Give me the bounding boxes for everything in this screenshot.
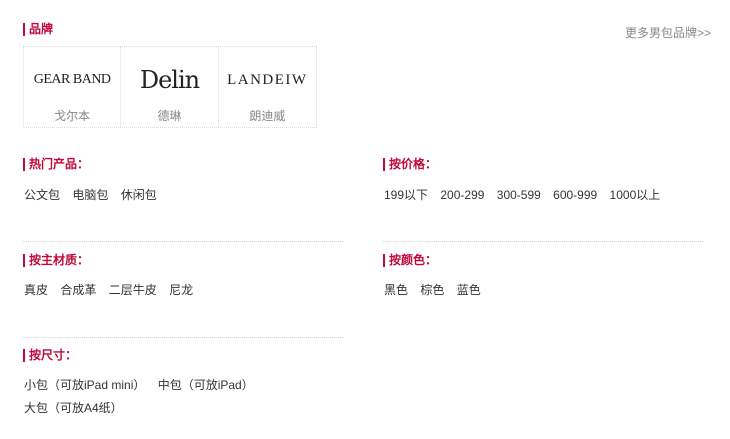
- size-filter-title: 按尺寸：: [23, 349, 77, 362]
- color-link[interactable]: 蓝色: [457, 283, 481, 297]
- material-link[interactable]: 真皮: [24, 283, 48, 297]
- brand-item-landeiw[interactable]: LANDEIW 朗迪威: [219, 47, 316, 127]
- price-filter-list: 199以下 200-299 300-599 600-999 1000以上: [384, 186, 669, 203]
- price-range-link[interactable]: 1000以上: [610, 188, 661, 202]
- price-range-link[interactable]: 199以下: [384, 188, 428, 202]
- brand-name: 德琳: [157, 109, 182, 123]
- size-link[interactable]: 中包（可放iPad）: [158, 378, 254, 392]
- material-filter-list: 真皮 合成革 二层牛皮 尼龙: [24, 281, 202, 298]
- size-filter-list: 小包（可放iPad mini） 中包（可放iPad）: [24, 376, 263, 393]
- hot-product-link[interactable]: 休闲包: [121, 188, 157, 202]
- price-range-link[interactable]: 200-299: [440, 188, 484, 202]
- size-link[interactable]: 小包（可放iPad mini）: [24, 378, 145, 392]
- brand-section-title: 品牌: [23, 23, 53, 36]
- hot-product-link[interactable]: 电脑包: [72, 188, 108, 202]
- divider: [383, 241, 703, 242]
- price-range-link[interactable]: 300-599: [497, 188, 541, 202]
- material-link[interactable]: 尼龙: [169, 283, 193, 297]
- landeiw-logo: LANDEIW: [227, 71, 308, 88]
- price-range-link[interactable]: 600-999: [553, 188, 597, 202]
- brand-list: GEAR BAND 戈尔本 Delin 德琳 LANDEIW 朗迪威: [23, 46, 317, 128]
- brand-name: 戈尔本: [54, 109, 91, 123]
- hot-products-title: 热门产品：: [23, 158, 89, 171]
- size-link[interactable]: 大包（可放A4纸）: [24, 401, 123, 415]
- size-filter-list: 大包（可放A4纸）: [24, 399, 132, 416]
- hot-products-list: 公文包 电脑包 休闲包: [24, 186, 166, 203]
- material-filter-title: 按主材质：: [23, 254, 89, 267]
- more-brands-link[interactable]: 更多男包品牌>>: [625, 24, 711, 41]
- brand-name: 朗迪威: [249, 109, 286, 123]
- divider: [23, 337, 343, 338]
- delin-logo: Delin: [139, 66, 200, 94]
- price-filter-title: 按价格：: [383, 158, 437, 171]
- color-filter-list: 黑色 棕色 蓝色: [384, 281, 490, 298]
- brand-item-delin[interactable]: Delin 德琳: [121, 47, 219, 127]
- material-link[interactable]: 二层牛皮: [109, 283, 157, 297]
- color-link[interactable]: 黑色: [384, 283, 408, 297]
- color-filter-title: 按颜色：: [383, 254, 437, 267]
- brand-item-gearband[interactable]: GEAR BAND 戈尔本: [24, 47, 122, 127]
- color-link[interactable]: 棕色: [420, 283, 444, 297]
- material-link[interactable]: 合成革: [60, 283, 96, 297]
- hot-product-link[interactable]: 公文包: [24, 188, 60, 202]
- divider: [23, 241, 343, 242]
- gearband-logo: GEAR BAND: [33, 72, 111, 87]
